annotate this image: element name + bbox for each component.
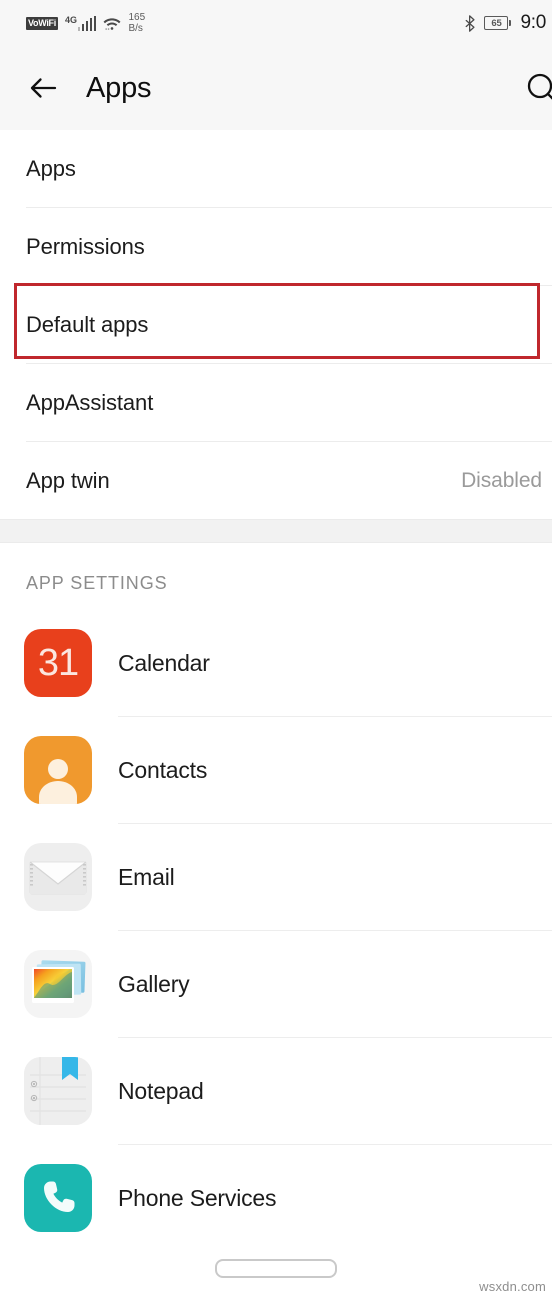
status-bar-right: 65 9:0 <box>464 12 546 34</box>
back-arrow-icon[interactable] <box>26 71 60 105</box>
calendar-icon-date: 31 <box>37 642 79 684</box>
app-settings-header: APP SETTINGS <box>26 573 168 593</box>
signal-bars-icon: 4G <box>64 14 97 31</box>
status-bar: VoWiFi 4G 165 B/s 65 9:0 <box>0 0 552 46</box>
data-speed-unit: B/s <box>128 23 143 34</box>
settings-list: Apps Permissions Default apps AppAssista… <box>0 130 552 519</box>
settings-row-status: Disabled <box>461 468 542 492</box>
vowifi-icon: VoWiFi <box>26 16 58 30</box>
app-row-label: Phone Services <box>118 1184 277 1211</box>
settings-row-label: Permissions <box>26 233 145 259</box>
settings-row-appassistant[interactable]: AppAssistant <box>0 364 552 441</box>
status-bar-clock: 9:0 <box>520 12 546 33</box>
notepad-icon <box>24 1057 92 1125</box>
app-row-label: Email <box>118 863 175 890</box>
signal-strength-bars <box>77 15 97 31</box>
settings-row-label: Default apps <box>26 311 149 337</box>
data-speed-value: 165 <box>128 12 146 23</box>
app-row-contacts[interactable]: Contacts <box>0 717 552 823</box>
home-gesture-pill[interactable] <box>215 1258 337 1278</box>
battery-icon: 65 <box>484 16 512 30</box>
settings-row-app-twin[interactable]: App twin Disabled <box>0 442 552 519</box>
gallery-icon <box>24 950 92 1018</box>
app-bar: Apps <box>0 46 552 130</box>
app-row-label: Notepad <box>118 1077 204 1104</box>
app-row-email[interactable]: Email <box>0 824 552 930</box>
settings-row-permissions[interactable]: Permissions <box>0 208 552 285</box>
email-icon <box>24 843 92 911</box>
wifi-icon <box>103 16 121 31</box>
bluetooth-icon <box>464 14 477 32</box>
network-type-label: 4G <box>64 14 77 25</box>
app-row-label: Gallery <box>118 970 190 997</box>
page-title: Apps <box>86 71 152 104</box>
phone-icon <box>24 1164 92 1232</box>
settings-row-label: App twin <box>26 467 110 493</box>
watermark: wsxdn.com <box>479 1279 546 1294</box>
settings-row-default-apps[interactable]: Default apps <box>0 286 552 363</box>
app-row-notepad[interactable]: Notepad <box>0 1038 552 1144</box>
status-bar-left: VoWiFi 4G 165 B/s <box>26 12 145 34</box>
navigation-bar <box>0 1234 552 1300</box>
settings-row-apps[interactable]: Apps <box>0 130 552 207</box>
app-settings-section: APP SETTINGS 31 Calendar Contacts Email … <box>0 543 552 1251</box>
section-separator <box>0 519 552 543</box>
app-row-label: Contacts <box>118 756 208 783</box>
settings-row-label: Apps <box>26 155 76 181</box>
calendar-icon: 31 <box>24 629 92 697</box>
settings-row-label: AppAssistant <box>26 389 154 415</box>
search-icon[interactable] <box>522 66 552 110</box>
app-row-calendar[interactable]: 31 Calendar <box>0 610 552 716</box>
app-row-gallery[interactable]: Gallery <box>0 931 552 1037</box>
app-row-label: Calendar <box>118 649 210 676</box>
data-speed-indicator: 165 B/s <box>128 12 145 34</box>
battery-level-label: 65 <box>491 17 502 29</box>
contacts-icon <box>24 736 92 804</box>
